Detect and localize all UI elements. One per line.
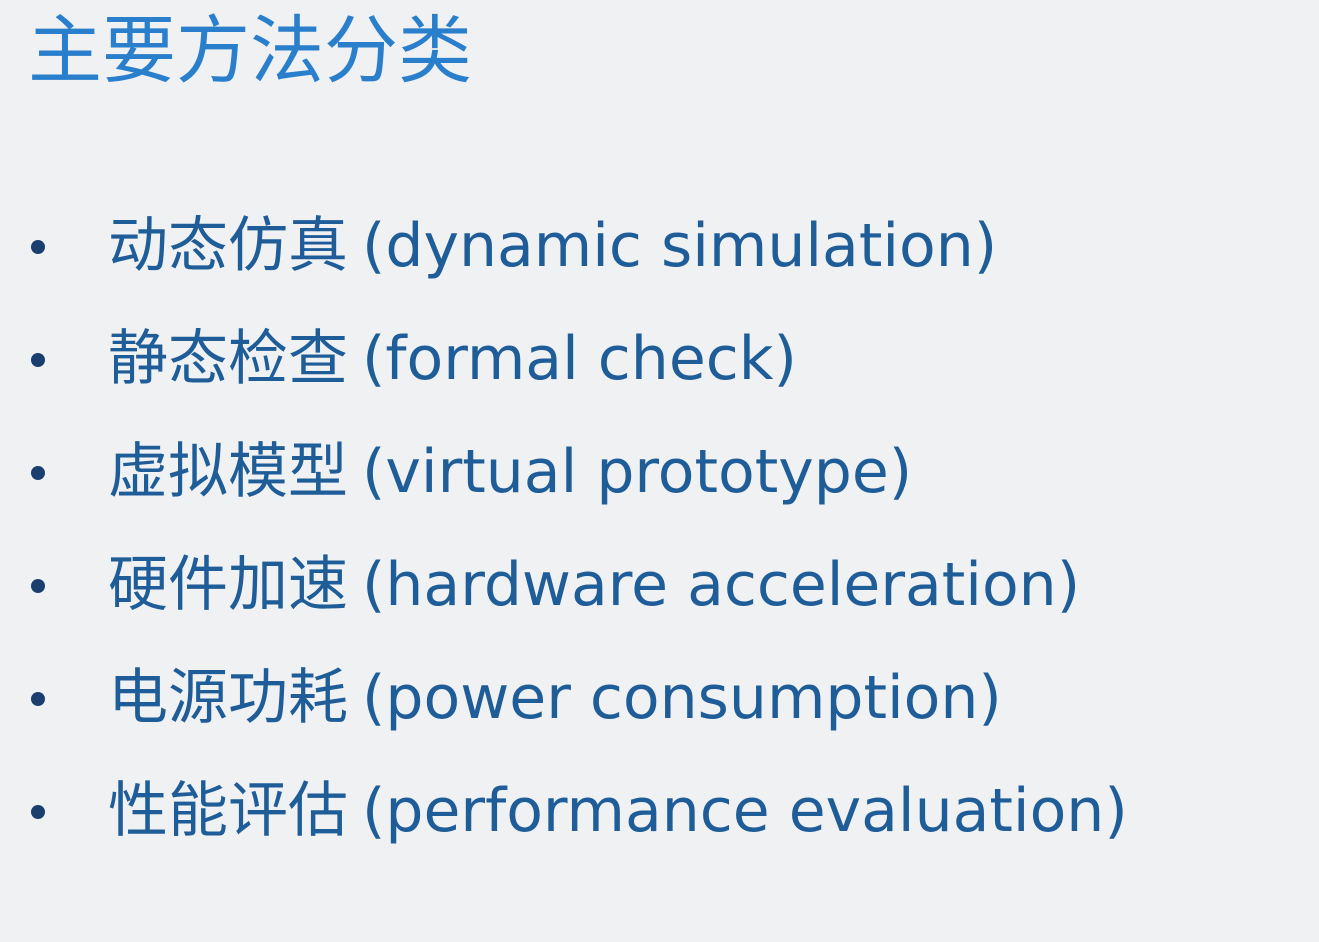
slide: 主要方法分类 动态仿真 (dynamic simulation) 静态检查 (for… [0, 0, 1319, 942]
list-item-text: 电源功耗 (power consumption) [108, 660, 1002, 736]
item-chinese-label: 硬件加速 [108, 550, 348, 620]
item-chinese-label: 性能评估 [108, 776, 348, 846]
list-item-text: 虚拟模型 (virtual prototype) [108, 434, 912, 510]
bullet-dot-icon [31, 240, 45, 254]
item-english-label: (hardware acceleration) [362, 550, 1081, 620]
list-item-text: 硬件加速 (hardware acceleration) [108, 547, 1080, 623]
bullet-dot-icon [31, 805, 45, 819]
item-chinese-label: 动态仿真 [108, 211, 348, 281]
bullet-dot-icon [31, 692, 45, 706]
item-english-label: (formal check) [362, 324, 797, 394]
bullet-dot-icon [31, 579, 45, 593]
item-english-label: (performance evaluation) [362, 776, 1128, 846]
bullet-dot-icon [31, 466, 45, 480]
item-chinese-label: 静态检查 [108, 324, 348, 394]
list-item-text: 静态检查 (formal check) [108, 321, 797, 397]
item-english-label: (dynamic simulation) [362, 211, 998, 281]
list-item-text: 动态仿真 (dynamic simulation) [108, 208, 997, 284]
list-item-text: 性能评估 (performance evaluation) [108, 773, 1128, 849]
item-chinese-label: 虚拟模型 [108, 437, 348, 507]
item-english-label: (virtual prototype) [362, 437, 913, 507]
bullet-dot-icon [31, 353, 45, 367]
item-english-label: (power consumption) [362, 663, 1002, 733]
slide-title: 主要方法分类 [28, 8, 472, 94]
item-chinese-label: 电源功耗 [108, 663, 348, 733]
